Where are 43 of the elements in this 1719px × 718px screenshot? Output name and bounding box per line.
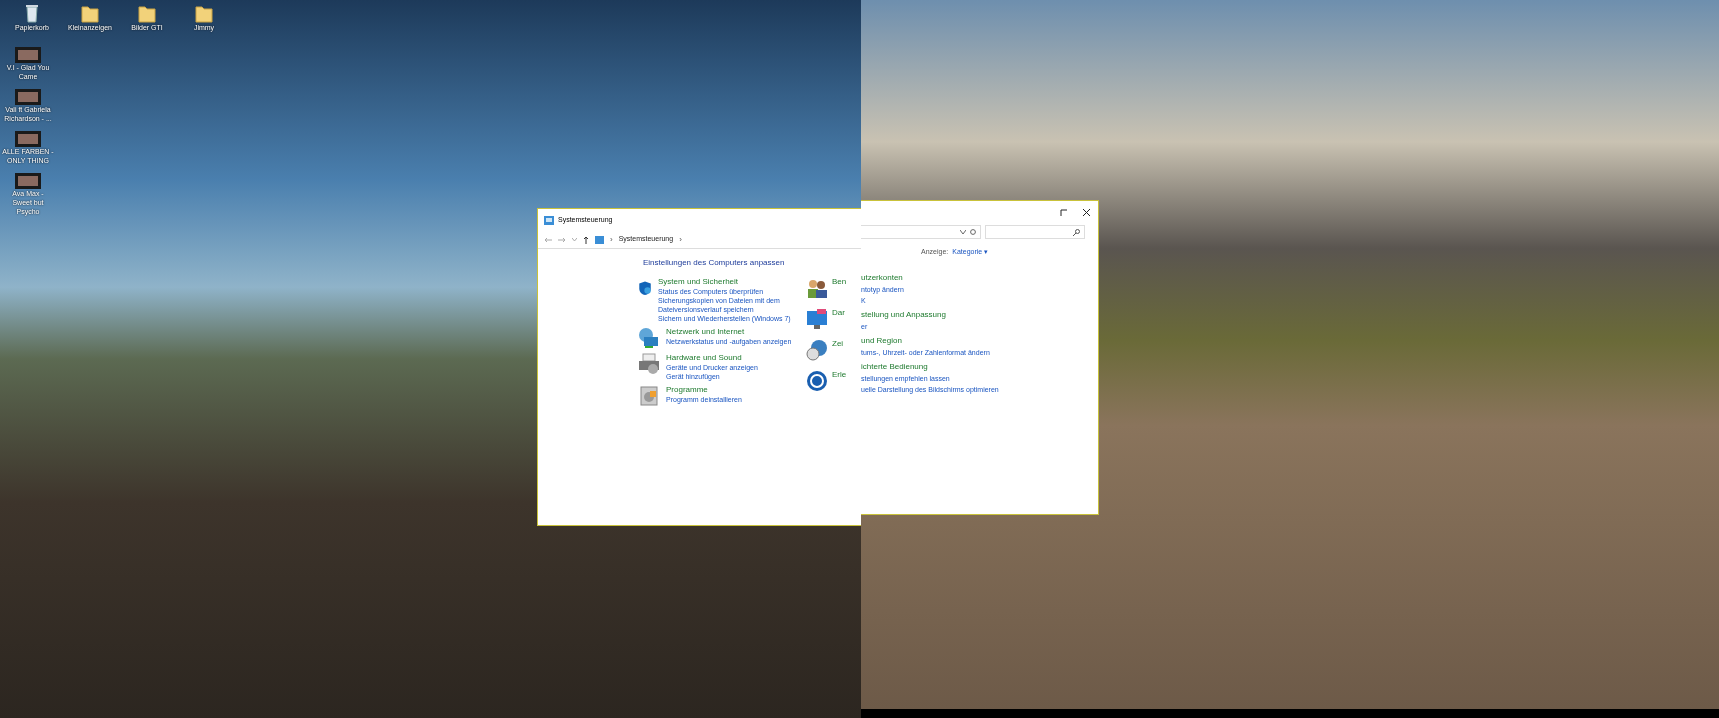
refresh-icon <box>970 229 976 235</box>
recycle-bin-icon <box>24 3 40 23</box>
folder-icon <box>81 3 99 23</box>
dropdown-caret-icon <box>960 230 966 234</box>
video-thumbnail-icon <box>15 131 41 147</box>
search-field[interactable] <box>985 225 1085 239</box>
category-link[interactable]: utzerkonten <box>861 272 1098 283</box>
category-link[interactable]: Hardware und Sound <box>666 353 758 363</box>
history-dropdown[interactable] <box>572 238 577 241</box>
video-thumbnail-icon <box>15 47 41 63</box>
search-icon <box>1073 228 1080 236</box>
up-button[interactable] <box>583 235 589 244</box>
globe-monitor-icon <box>638 327 660 349</box>
back-button[interactable] <box>544 236 552 243</box>
control-panel-icon <box>544 215 554 225</box>
category-link[interactable]: Erle <box>832 370 847 380</box>
category-link[interactable]: System und Sicherheit <box>658 277 798 287</box>
address-bar[interactable] <box>861 225 981 239</box>
forward-button[interactable] <box>558 236 566 243</box>
category-link[interactable]: Dar <box>832 308 845 318</box>
category-link[interactable]: Ben <box>832 277 847 287</box>
category-link[interactable]: Zei <box>832 339 844 349</box>
category-link[interactable]: stellung und Anpassung <box>861 309 1098 320</box>
video-thumbnail-icon <box>15 89 41 105</box>
program-box-icon <box>638 385 660 407</box>
category-link[interactable]: und Region <box>861 335 1098 346</box>
category-link[interactable]: ichterte Bedienung <box>861 361 1098 372</box>
video-thumbnail-icon <box>15 173 41 189</box>
category-link[interactable]: Netzwerk und Internet <box>666 327 792 337</box>
folder-icon <box>138 3 156 23</box>
restore-button[interactable] <box>1060 208 1067 216</box>
clock-circle-icon <box>806 370 828 392</box>
breadcrumb-separator: › <box>610 233 613 246</box>
folder-icon <box>195 3 213 23</box>
monitor-icon <box>806 308 828 330</box>
breadcrumb-separator: › <box>679 233 682 246</box>
close-button[interactable] <box>1083 208 1090 216</box>
printer-icon <box>638 353 660 375</box>
control-panel-icon <box>595 235 604 244</box>
page-heading: Einstellungen des Computers anpassen <box>643 257 786 269</box>
category-link[interactable]: Programme <box>666 385 742 395</box>
globe-clock-icon <box>806 339 828 361</box>
users-icon <box>806 277 828 299</box>
